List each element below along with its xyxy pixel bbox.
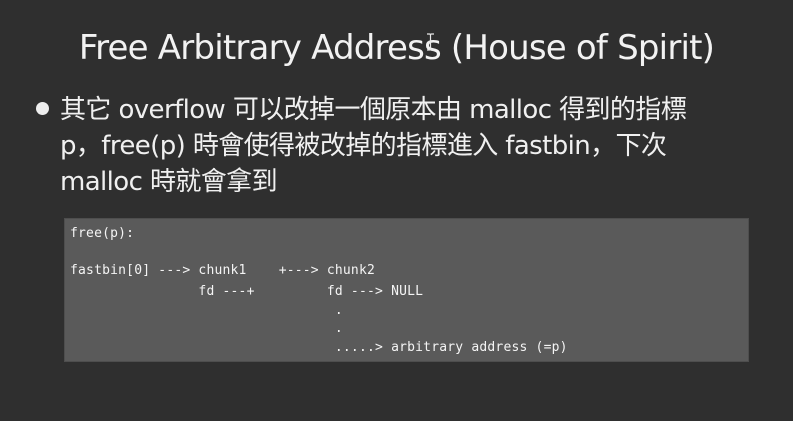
bullet-line: p，free(p) 時會使得被改掉的指標進入 fastbin，下次 [60, 131, 667, 161]
code-line: free(p): [70, 226, 135, 241]
code-line: fastbin[0] ---> chunk1 +---> chunk2 [70, 263, 376, 278]
bullet-text: 其它 overflow 可以改掉一個原本由 malloc 得到的指標 p，fre… [60, 92, 780, 200]
bullet-line: 其它 overflow 可以改掉一個原本由 malloc 得到的指標 [60, 95, 687, 125]
code-block: free(p): fastbin[0] ---> chunk1 +---> ch… [65, 219, 748, 361]
bullet-line: malloc 時就會拿到 [60, 167, 278, 197]
bullet-dot-icon [36, 102, 49, 115]
i-beam-cursor-icon [427, 33, 434, 51]
code-line: fd ---+ fd ---> NULL [70, 284, 424, 299]
slide-title: Free Arbitrary Address (House of Spirit) [78, 28, 715, 68]
slide: Free Arbitrary Address (House of Spirit)… [0, 0, 793, 421]
code-line: . [70, 321, 343, 336]
code-line: .....> arbitrary address (=p) [70, 340, 568, 355]
code-line: . [70, 303, 343, 318]
